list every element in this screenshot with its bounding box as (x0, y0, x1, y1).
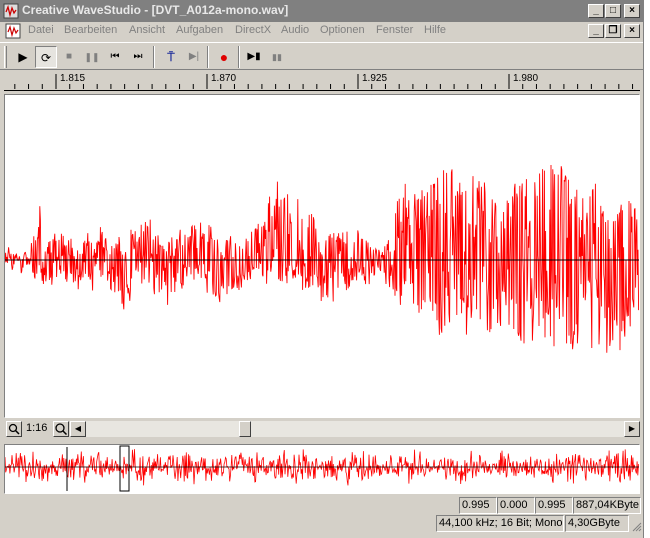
marker-button[interactable]: ⍑ (160, 46, 182, 68)
menu-datei[interactable]: Datei (28, 24, 54, 36)
ruler-label: 1.870 (211, 73, 237, 84)
stop-icon: ■ (65, 51, 73, 62)
window-title: Creative WaveStudio - [DVT_A012a-mono.wa… (22, 3, 289, 17)
skip-forward-icon: ⏭ (133, 51, 143, 62)
background-window-edge (643, 0, 650, 538)
play-selection-icon: ▶▮ (247, 51, 261, 62)
toolbar-separator (238, 46, 240, 68)
audio-format: 44,100 kHz; 16 Bit; Mono (436, 515, 564, 532)
arrow-left-icon: ◀ (74, 424, 82, 433)
zoom-out-icon (8, 423, 20, 435)
menu-audio[interactable]: Audio (281, 24, 309, 36)
menu-bearbeiten[interactable]: Bearbeiten (64, 24, 117, 36)
arrow-right-icon: ▶ (628, 424, 636, 433)
play-to-end-button[interactable]: ▶| (183, 46, 205, 68)
record-button[interactable]: ● (213, 46, 235, 68)
zoom-scroll-bar: 1:16 ◀ ▶ (4, 420, 640, 438)
toolbar-separator (153, 46, 155, 68)
overview-graph (5, 445, 639, 492)
skip-back-icon: ⏮ (110, 51, 120, 62)
selection-start: 0.995 (459, 497, 497, 514)
ruler-ticks (14, 74, 634, 89)
minimize-button[interactable]: _ (588, 4, 604, 18)
ruler-label: 1.815 (60, 73, 86, 84)
zoom-out-button[interactable] (6, 421, 22, 437)
play-selection-button[interactable]: ▶▮ (243, 46, 265, 68)
waveform-graph (5, 164, 639, 353)
loop-play-button[interactable]: ⟳ (35, 46, 57, 68)
waveform-trace (5, 164, 639, 353)
menu-fenster[interactable]: Fenster (376, 24, 413, 36)
selection-end: 0.995 (535, 497, 573, 514)
menu-optionen[interactable]: Optionen (320, 24, 365, 36)
doc-restore-button[interactable]: ❐ (605, 24, 621, 38)
menu-hilfe[interactable]: Hilfe (424, 24, 446, 36)
doc-close-button[interactable]: × (624, 24, 640, 38)
pause-icon: ❚❚ (84, 52, 100, 62)
skip-back-button[interactable]: ⏮ (104, 46, 126, 68)
marker-icon: ⍑ (167, 50, 175, 64)
zoom-in-icon (55, 423, 68, 436)
ruler-label: 1.925 (362, 73, 388, 84)
ruler-label: 1.980 (513, 73, 539, 84)
wavestudio-app-icon[interactable] (3, 3, 19, 19)
time-ruler[interactable]: 1.815 1.870 1.925 1.980 (4, 70, 640, 91)
loop-play-icon: ⟳ (40, 51, 52, 65)
play-button[interactable]: ▶ (12, 46, 34, 68)
skip-forward-button[interactable]: ⏭ (127, 46, 149, 68)
menu-aufgaben[interactable]: Aufgaben (176, 24, 223, 36)
record-icon: ● (219, 49, 229, 65)
file-size: 887,04KByte (573, 497, 641, 514)
pause-button[interactable]: ❚❚ (81, 46, 103, 68)
scroll-track[interactable] (86, 421, 624, 437)
scroll-right-button[interactable]: ▶ (624, 421, 640, 437)
stop-button[interactable]: ■ (58, 46, 80, 68)
resize-grip[interactable] (630, 515, 642, 532)
menu-ansicht[interactable]: Ansicht (129, 24, 165, 36)
maximize-button[interactable]: □ (605, 4, 621, 18)
stop-selection-icon: ▮▮ (272, 52, 282, 62)
close-button[interactable]: × (624, 4, 640, 18)
document-icon[interactable] (5, 23, 21, 39)
selection-length: 0.000 (497, 497, 535, 514)
toolbar-grip[interactable] (4, 46, 7, 68)
play-icon: ▶ (18, 50, 28, 64)
waveform-view[interactable] (4, 94, 640, 418)
stop-selection-button[interactable]: ▮▮ (266, 46, 288, 68)
free-disk-space: 4,30GByte (565, 515, 629, 532)
scroll-thumb[interactable] (239, 421, 251, 437)
play-to-end-icon: ▶| (188, 51, 200, 62)
menu-directx[interactable]: DirectX (235, 24, 271, 36)
doc-minimize-button[interactable]: _ (588, 24, 604, 38)
transport-toolbar: ▶ ⟳ ■ ❚❚ ⏮ ⏭ ⍑ ▶| ● ▶▮ ▮▮ (0, 42, 643, 70)
overview-waveform[interactable] (4, 444, 640, 494)
toolbar-separator (207, 46, 209, 68)
zoom-in-button[interactable] (53, 421, 69, 437)
zoom-level: 1:16 (26, 422, 48, 434)
menu-bar: Datei Bearbeiten Ansicht Aufgaben Direct… (0, 22, 643, 41)
scroll-left-button[interactable]: ◀ (70, 421, 86, 437)
title-bar: Creative WaveStudio - [DVT_A012a-mono.wa… (0, 0, 643, 22)
